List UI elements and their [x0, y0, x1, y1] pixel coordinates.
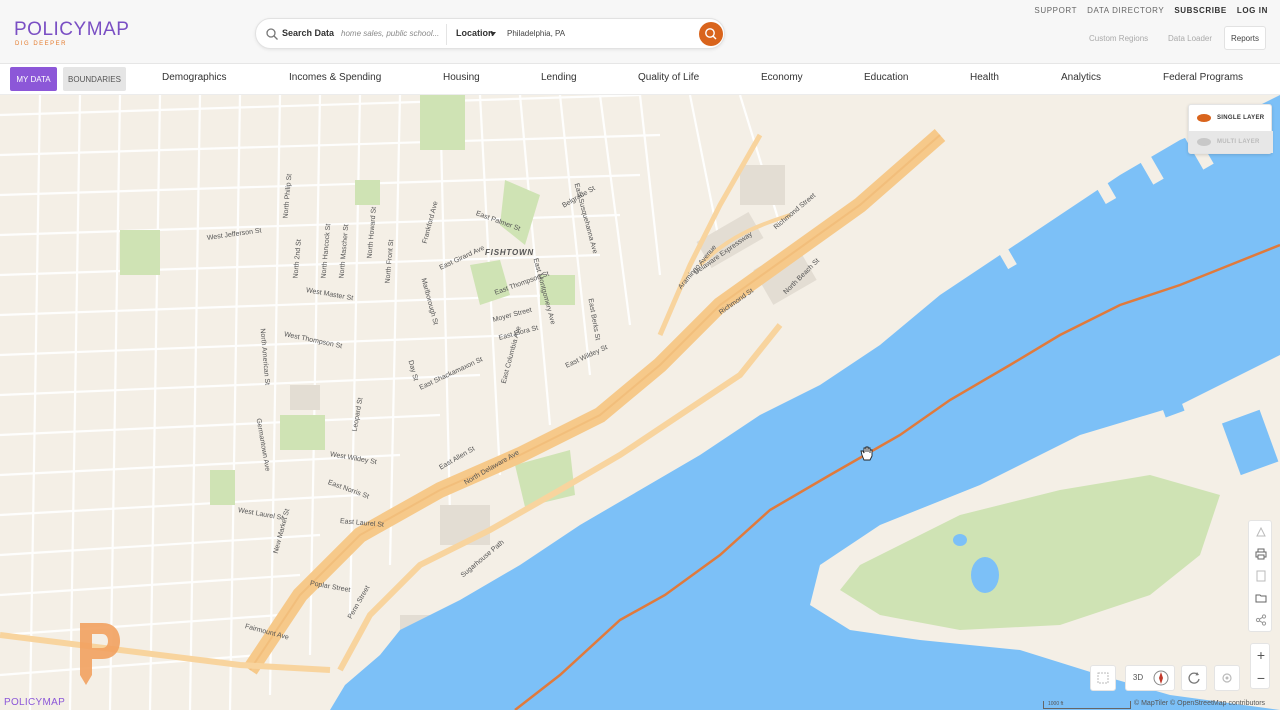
zoom-control: + −: [1250, 643, 1270, 689]
print-icon[interactable]: [1254, 547, 1268, 561]
search-button[interactable]: [699, 22, 723, 46]
single-layer-label: SINGLE LAYER: [1217, 115, 1265, 121]
legend-icon[interactable]: [1254, 525, 1268, 539]
reset-rotation-button[interactable]: [1181, 665, 1207, 691]
my-data-button[interactable]: MY DATA: [10, 67, 57, 91]
menu-analytics[interactable]: Analytics: [1061, 72, 1101, 83]
save-icon[interactable]: [1254, 569, 1268, 583]
layer-mode-panel: SINGLE LAYER MULTI LAYER: [1188, 104, 1273, 154]
map-tools: [1248, 520, 1272, 632]
subscribe-link[interactable]: SUBSCRIBE: [1174, 6, 1227, 15]
map-settings-button[interactable]: [1214, 665, 1240, 691]
basemap: [0, 95, 1280, 710]
reports-button[interactable]: Reports: [1224, 26, 1266, 50]
search-icon: [705, 28, 717, 40]
3d-toggle-button[interactable]: 3D: [1126, 666, 1150, 690]
boundaries-button[interactable]: BOUNDARIES: [63, 67, 126, 91]
logo[interactable]: POLICYMAP DIG DEEPER: [14, 20, 129, 48]
login-link[interactable]: LOG IN: [1237, 6, 1268, 15]
menu-education[interactable]: Education: [864, 72, 908, 83]
policymap-watermark-text: POLICYMAP: [4, 697, 66, 708]
folder-icon[interactable]: [1254, 591, 1268, 605]
view-mode-group: 3D: [1125, 665, 1175, 691]
menu-bar: MY DATA BOUNDARIES Demographics Incomes …: [0, 64, 1280, 95]
neighborhood-label: FISHTOWN: [485, 248, 534, 257]
layers-stack-icon: [1197, 138, 1211, 146]
search-data-label[interactable]: Search Data: [282, 28, 334, 38]
single-layer-option[interactable]: SINGLE LAYER: [1189, 107, 1273, 129]
hand-cursor-icon: [860, 446, 873, 461]
select-icon: [1097, 672, 1109, 684]
search-bar[interactable]: Search Data home sales, public school...…: [255, 18, 725, 49]
search-icon: [266, 28, 278, 40]
share-icon[interactable]: [1254, 613, 1268, 627]
custom-regions-button[interactable]: Custom Regions: [1083, 28, 1154, 50]
data-loader-button[interactable]: Data Loader: [1162, 28, 1218, 50]
multi-layer-label: MULTI LAYER: [1217, 139, 1260, 145]
search-divider: [446, 24, 447, 45]
compass-icon[interactable]: [1152, 669, 1170, 687]
zoom-in-button[interactable]: +: [1251, 644, 1271, 666]
map-canvas[interactable]: West Jefferson St North Philip St North …: [0, 95, 1280, 710]
map-attribution[interactable]: © MapTiler © OpenStreetMap contributors: [1134, 700, 1265, 707]
support-link[interactable]: SUPPORT: [1034, 6, 1077, 15]
menu-demographics[interactable]: Demographics: [162, 72, 226, 83]
policymap-watermark-logo: [80, 623, 120, 685]
select-tool-button[interactable]: [1090, 665, 1116, 691]
settings-icon: [1222, 673, 1232, 683]
refresh-icon: [1188, 672, 1200, 684]
header: POLICYMAP DIG DEEPER Search Data home sa…: [0, 0, 1280, 64]
layer-icon: [1197, 114, 1211, 122]
caret-down-icon: [490, 32, 496, 36]
data-directory-link[interactable]: DATA DIRECTORY: [1087, 6, 1164, 15]
search-input[interactable]: home sales, public school...: [341, 29, 439, 38]
scale-label: 1000 ft: [1048, 701, 1064, 707]
logo-text: POLICYMAP: [14, 19, 130, 40]
zoom-out-button[interactable]: −: [1251, 667, 1271, 689]
location-input[interactable]: Philadelphia, PA: [507, 29, 565, 38]
location-dropdown[interactable]: Location: [456, 28, 494, 38]
menu-housing[interactable]: Housing: [443, 72, 480, 83]
menu-incomes-spending[interactable]: Incomes & Spending: [289, 72, 381, 83]
policymap-app: POLICYMAP DIG DEEPER Search Data home sa…: [0, 0, 1280, 720]
logo-tagline: DIG DEEPER: [15, 41, 68, 47]
menu-quality-of-life[interactable]: Quality of Life: [638, 72, 699, 83]
top-links: SUPPORT DATA DIRECTORY SUBSCRIBE LOG IN: [1034, 6, 1268, 15]
multi-layer-option[interactable]: MULTI LAYER: [1189, 131, 1273, 153]
menu-federal-programs[interactable]: Federal Programs: [1163, 72, 1243, 83]
menu-lending[interactable]: Lending: [541, 72, 577, 83]
menu-health[interactable]: Health: [970, 72, 999, 83]
menu-economy[interactable]: Economy: [761, 72, 803, 83]
